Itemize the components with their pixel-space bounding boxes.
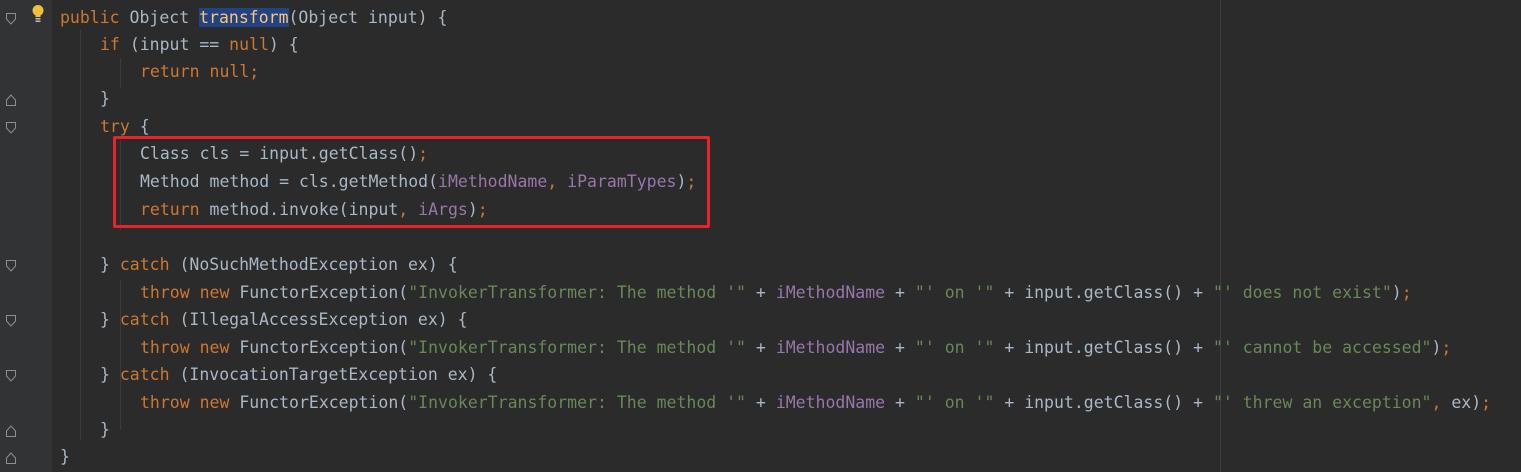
code-line[interactable]: } catch (NoSuchMethodException ex) { <box>0 251 1521 278</box>
code-token: iMethodName <box>775 338 886 357</box>
code-line[interactable]: public Object transform(Object input) { <box>0 4 1521 31</box>
fold-open-icon[interactable] <box>6 260 16 272</box>
code-token: { <box>139 117 150 136</box>
code-line[interactable] <box>0 224 1521 251</box>
code-token: "InvokerTransformer: The method '" <box>408 393 746 412</box>
code-line[interactable]: } <box>0 416 1521 443</box>
code-token: "InvokerTransformer: The method '" <box>408 338 746 357</box>
code-token: + input.getClass() + <box>994 338 1213 357</box>
code-token: "InvokerTransformer: The method '" <box>408 283 746 302</box>
code-token: + <box>885 283 915 302</box>
code-line[interactable]: } <box>0 85 1521 112</box>
code-token: FunctorException( <box>239 283 409 302</box>
code-token: + <box>746 338 776 357</box>
code-line[interactable]: } <box>0 443 1521 470</box>
code-token: "' on '" <box>914 338 995 357</box>
code-token: throw new <box>140 338 240 357</box>
code-line[interactable]: throw new FunctorException("InvokerTrans… <box>0 389 1521 416</box>
fold-close-icon[interactable] <box>6 452 16 464</box>
fold-close-icon[interactable] <box>6 425 16 437</box>
code-token: "' cannot be accessed" <box>1212 338 1432 357</box>
code-token: (NoSuchMethodException ex) { <box>179 255 458 274</box>
code-token: (Object input) { <box>288 8 448 27</box>
fold-open-icon[interactable] <box>6 370 16 382</box>
code-token: "' on '" <box>914 393 995 412</box>
code-token: ) <box>1391 283 1402 302</box>
code-token: + <box>746 283 776 302</box>
code-token: iMethodName <box>775 393 886 412</box>
code-line[interactable]: if (input == null) { <box>0 31 1521 58</box>
code-token: } <box>100 89 110 108</box>
code-token: } <box>60 447 70 466</box>
code-token: return null <box>140 62 250 81</box>
code-token: try <box>100 117 140 136</box>
code-token: + input.getClass() + <box>994 393 1213 412</box>
code-token: + <box>746 393 776 412</box>
code-token: (IllegalAccessException ex) { <box>179 310 468 329</box>
code-token: catch <box>119 365 180 384</box>
code-line[interactable]: } catch (InvocationTargetException ex) { <box>0 361 1521 388</box>
code-token: ; <box>1401 283 1412 302</box>
code-token: public <box>60 8 130 27</box>
code-token: "' on '" <box>914 283 995 302</box>
code-token: null <box>229 35 269 54</box>
fold-open-icon[interactable] <box>6 122 16 134</box>
code-token: ; <box>249 62 260 81</box>
code-token: Object <box>129 8 200 27</box>
code-line[interactable]: throw new FunctorException("InvokerTrans… <box>0 334 1521 361</box>
code-token: iMethodName <box>775 283 886 302</box>
code-token: transform <box>199 8 289 27</box>
code-token: + input.getClass() + <box>994 283 1213 302</box>
code-token: + <box>885 393 915 412</box>
code-token: } <box>100 420 110 439</box>
code-token: catch <box>119 310 180 329</box>
code-token: ex) <box>1451 393 1482 412</box>
code-token: catch <box>119 255 180 274</box>
code-token: FunctorException( <box>239 393 409 412</box>
fold-open-icon[interactable] <box>6 13 16 25</box>
code-token: } <box>100 365 120 384</box>
code-token: } <box>100 310 120 329</box>
code-token: throw new <box>140 393 240 412</box>
code-line[interactable]: } catch (IllegalAccessException ex) { <box>0 306 1521 333</box>
code-token: } <box>100 255 120 274</box>
highlight-annotation-box <box>113 136 710 228</box>
code-token: (InvocationTargetException ex) { <box>179 365 498 384</box>
code-token: , <box>1431 393 1452 412</box>
code-token: ; <box>1441 338 1452 357</box>
code-editor[interactable]: public Object transform(Object input) {i… <box>0 0 1521 472</box>
fold-open-icon[interactable] <box>6 315 16 327</box>
code-token: FunctorException( <box>239 338 409 357</box>
fold-close-icon[interactable] <box>6 94 16 106</box>
code-token: (input == <box>129 35 230 54</box>
code-token: ) <box>1431 338 1442 357</box>
code-line[interactable]: return null; <box>0 58 1521 85</box>
code-token: ) { <box>268 35 299 54</box>
code-token: ; <box>1481 393 1492 412</box>
code-token: + <box>885 338 915 357</box>
code-token: "' does not exist" <box>1212 283 1392 302</box>
code-token: if <box>100 35 130 54</box>
code-token: throw new <box>140 283 240 302</box>
code-line[interactable]: throw new FunctorException("InvokerTrans… <box>0 279 1521 306</box>
code-token: "' threw an exception" <box>1212 393 1432 412</box>
